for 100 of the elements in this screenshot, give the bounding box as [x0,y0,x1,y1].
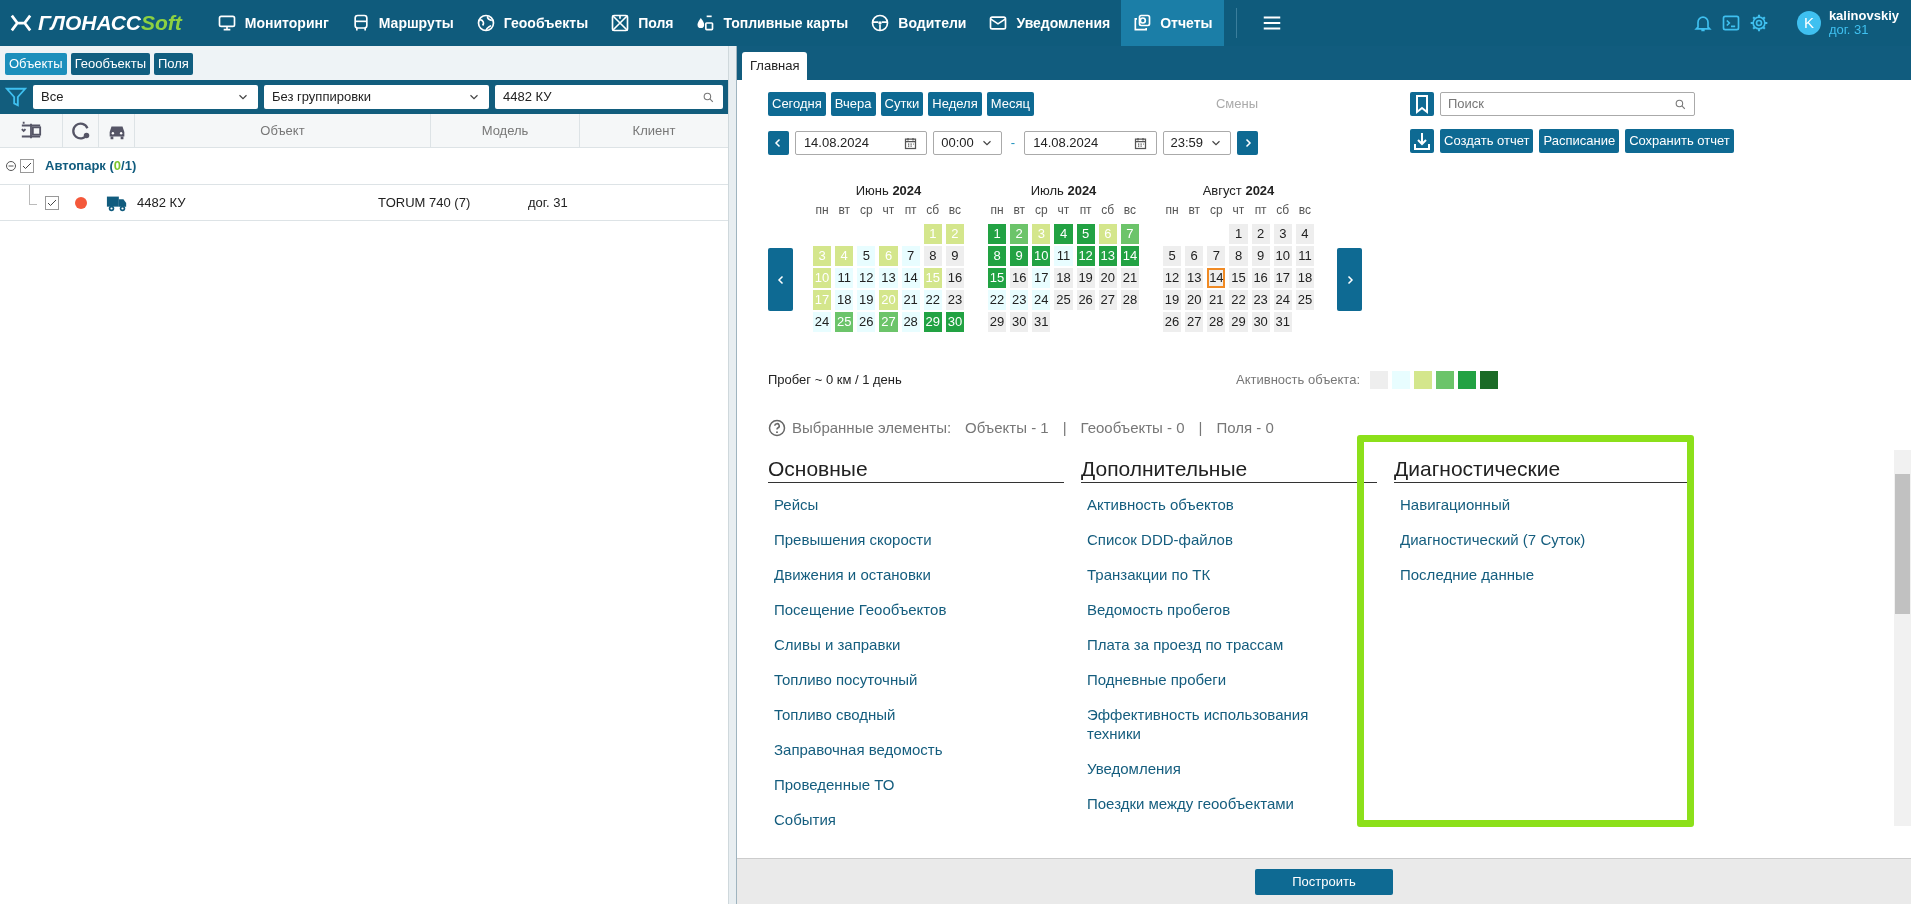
calendar-day[interactable]: 24 [1273,290,1292,310]
calendar-day[interactable]: 24 [1032,290,1051,310]
calendar-day[interactable]: 5 [857,246,876,266]
report-link[interactable]: Эффективность использования техники [1087,705,1342,743]
nav-tab[interactable]: Мониторинг [205,0,340,46]
report-link[interactable]: Уведомления [1087,759,1181,778]
report-link[interactable]: Ведомость пробегов [1087,600,1231,619]
calendar-day[interactable]: 11 [1054,246,1073,266]
calendar-day[interactable]: 6 [1185,246,1204,266]
search-field[interactable]: 4482 КУ [495,85,723,109]
group-name[interactable]: Автопарк (0/1) [45,156,137,176]
calendar-day[interactable]: 19 [857,290,876,310]
calendar-day[interactable]: 16 [1251,268,1270,288]
bookmark-icon[interactable] [1410,92,1434,116]
time-dropdown[interactable]: 23:59 [1162,131,1232,155]
calendar-day[interactable]: 20 [1098,268,1117,288]
calendar-day[interactable]: 14 [1207,268,1226,288]
calendar-day[interactable]: 15 [1229,268,1248,288]
report-link[interactable]: Топливо посуточный [774,670,918,689]
bell-icon[interactable] [1692,13,1713,33]
calendar-day[interactable]: 26 [857,312,876,332]
calendar-day[interactable]: 23 [1010,290,1029,310]
report-link[interactable]: Проведенные ТО [774,775,895,794]
nav-tab[interactable]: Водители [859,0,978,46]
object-name[interactable]: 4482 КУ [135,192,378,213]
page-tab[interactable]: Главная [742,52,808,80]
next-period-button[interactable] [1237,131,1258,155]
period-button[interactable]: Сегодня [768,92,826,116]
report-link[interactable]: Подневные пробеги [1087,670,1227,689]
scrollbar[interactable] [1894,450,1911,826]
report-link[interactable]: Сливы и заправки [774,635,901,654]
grouping-dropdown[interactable]: Без группировки [264,85,489,109]
calendar-day[interactable]: 13 [879,268,898,288]
calendar-day[interactable]: 14 [901,268,920,288]
column-header[interactable]: Клиент [580,114,728,147]
help-icon[interactable] [768,419,786,437]
nav-tab[interactable]: Маршруты [339,0,465,46]
calendar-day[interactable]: 31 [1273,312,1292,332]
report-link[interactable]: Заправочная ведомость [774,740,943,759]
report-link[interactable]: Посещение Геообъектов [774,600,947,619]
calendar-day[interactable]: 17 [1273,268,1292,288]
calendar-day[interactable]: 25 [1295,290,1314,310]
download-icon[interactable] [1410,129,1434,153]
calendar-day[interactable]: 22 [988,290,1007,310]
action-button[interactable]: Расписание [1539,129,1620,153]
calendar-day[interactable]: 29 [988,312,1007,332]
build-button[interactable]: Построить [1255,868,1393,895]
calendar-day[interactable]: 2 [1251,224,1270,244]
nav-tab[interactable]: Отчеты [1121,0,1224,46]
calendar-day[interactable]: 12 [857,268,876,288]
nav-tab[interactable]: Геообъекты [464,0,600,46]
column-header[interactable]: Объект [135,114,431,147]
action-button[interactable]: Сохранить отчет [1625,129,1734,153]
scrollbar-thumb[interactable] [1895,474,1910,614]
report-link[interactable]: Транзакции по ТК [1087,565,1211,584]
calendar-day[interactable]: 7 [1207,246,1226,266]
date-field[interactable]: 14.08.2024 [794,131,928,155]
panel-tab[interactable]: Геообъекты [70,53,150,75]
report-link[interactable]: Список DDD-файлов [1087,530,1233,549]
calendar-day[interactable]: 28 [1207,312,1226,332]
calendar-day[interactable]: 31 [1032,312,1051,332]
nav-tab[interactable]: Уведомления [977,0,1122,46]
calendar-day[interactable]: 19 [1163,290,1182,310]
calendar-day[interactable]: 23 [1251,290,1270,310]
report-link[interactable]: Последние данные [1400,565,1535,584]
period-button[interactable]: Вчера [830,92,876,116]
time-dropdown[interactable]: 00:00 [933,131,1002,155]
calendar-day[interactable]: 11 [1295,246,1314,266]
panel-tab[interactable]: Объекты [5,53,67,75]
report-link[interactable]: Движения и остановки [774,565,931,584]
report-link[interactable]: Рейсы [774,495,819,514]
calendar-day[interactable]: 12 [1163,268,1182,288]
calendar-day[interactable]: 30 [1010,312,1029,332]
calendar-day[interactable]: 9 [945,246,964,266]
report-link[interactable]: Превышения скорости [774,530,932,549]
calendar-day[interactable]: 21 [1207,290,1226,310]
period-button[interactable]: Неделя [928,92,982,116]
nav-tab[interactable]: Поля [599,0,685,46]
terminal-icon[interactable] [1720,13,1741,33]
calendar-day[interactable]: 10 [1273,246,1292,266]
calendar-day[interactable]: 8 [1229,246,1248,266]
calendar-day[interactable]: 5 [1163,246,1182,266]
filter-dropdown[interactable]: Все [33,85,258,109]
calendar-day[interactable]: 11 [835,268,854,288]
checkbox[interactable] [20,159,34,173]
calendar-day[interactable]: 9 [1251,246,1270,266]
checkbox[interactable] [45,195,59,210]
calendar-day[interactable]: 28 [901,312,920,332]
report-link[interactable]: Плата за проезд по трассам [1087,635,1284,654]
report-link[interactable]: События [774,810,836,829]
report-link[interactable]: Поездки между геообъектами [1087,794,1294,813]
panel-tab[interactable]: Поля [154,53,193,75]
report-link[interactable]: Навигационный [1400,495,1511,514]
period-button[interactable]: Месяц [986,92,1034,116]
calendar-day[interactable]: 23 [945,290,964,310]
calendar-day[interactable]: 7 [901,246,920,266]
search-icon[interactable] [702,90,715,104]
calendar-day[interactable]: 29 [1229,312,1248,332]
calendar-day[interactable]: 18 [1295,268,1314,288]
action-button[interactable]: Создать отчет [1440,129,1534,153]
